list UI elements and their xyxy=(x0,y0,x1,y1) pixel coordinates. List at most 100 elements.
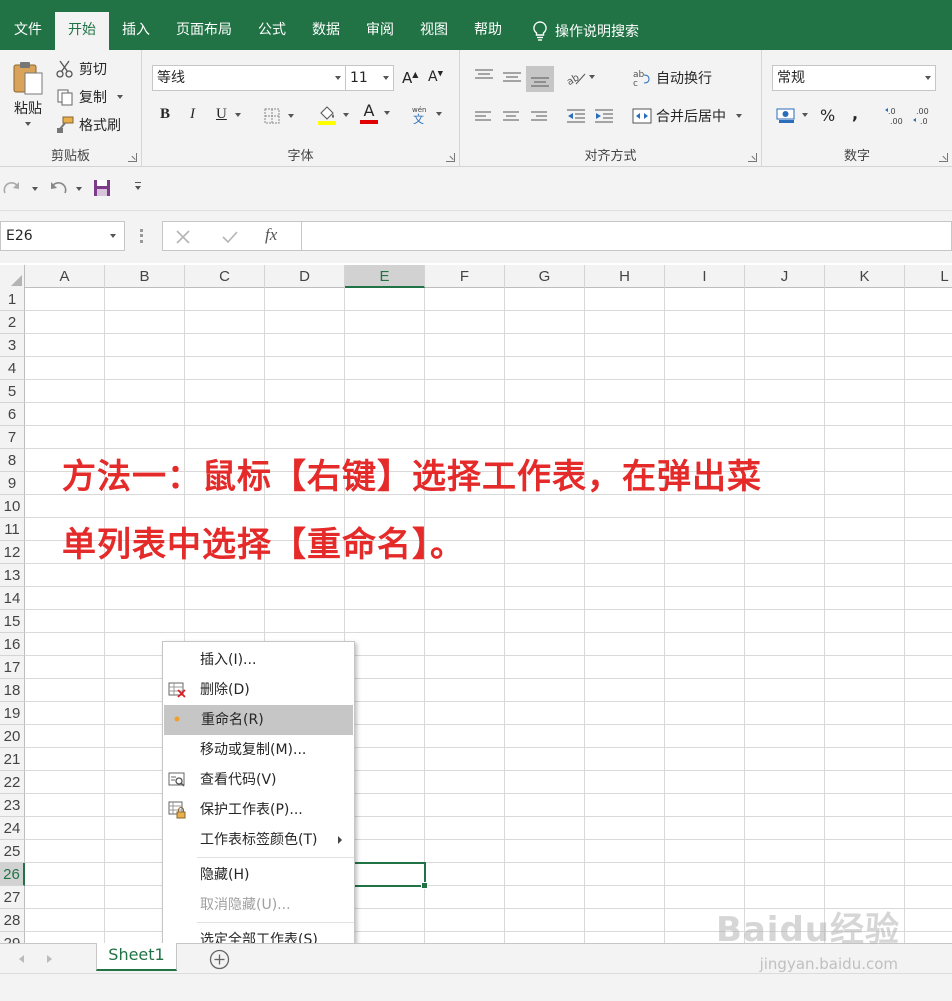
row-header-3[interactable]: 3 xyxy=(0,334,25,357)
copy-button[interactable]: 复制 xyxy=(56,87,123,107)
insert-function-button[interactable]: fx xyxy=(265,225,277,245)
increase-decimal-icon[interactable]: .0.00 xyxy=(884,106,908,126)
align-left-icon[interactable] xyxy=(474,110,492,124)
select-all-corner[interactable] xyxy=(0,265,25,288)
row-header-10[interactable]: 10 xyxy=(0,495,25,518)
row-header-16[interactable]: 16 xyxy=(0,633,25,656)
font-dialog-launcher[interactable] xyxy=(446,153,455,162)
phonetic-button[interactable]: wén 文 xyxy=(410,104,442,124)
row-header-23[interactable]: 23 xyxy=(0,794,25,817)
number-dialog-launcher[interactable] xyxy=(939,153,948,162)
column-header-j[interactable]: J xyxy=(745,265,825,288)
menu-item-rename[interactable]: 重命名(R) xyxy=(164,705,353,735)
scroll-tabs-right-icon[interactable] xyxy=(47,955,52,963)
column-header-a[interactable]: A xyxy=(25,265,105,288)
wrap-text-button[interactable]: ab c 自动换行 xyxy=(632,68,712,88)
column-header-g[interactable]: G xyxy=(505,265,585,288)
font-color-button[interactable]: A xyxy=(360,102,390,124)
row-header-12[interactable]: 12 xyxy=(0,541,25,564)
align-right-icon[interactable] xyxy=(530,110,548,124)
enter-icon[interactable] xyxy=(221,229,239,245)
row-header-25[interactable]: 25 xyxy=(0,840,25,863)
font-size-select[interactable]: 11 xyxy=(346,65,394,91)
tab-home[interactable]: 开始 xyxy=(55,12,109,50)
tab-help[interactable]: 帮助 xyxy=(461,12,515,50)
column-header-b[interactable]: B xyxy=(105,265,185,288)
tab-review[interactable]: 审阅 xyxy=(353,12,407,50)
font-name-select[interactable]: 等线 xyxy=(152,65,346,91)
undo-icon[interactable] xyxy=(46,179,68,197)
italic-button[interactable]: I xyxy=(190,106,195,123)
copy-dropdown-arrow[interactable] xyxy=(117,95,123,99)
row-header-29[interactable]: 29 xyxy=(0,932,25,943)
row-header-19[interactable]: 19 xyxy=(0,702,25,725)
formula-input[interactable] xyxy=(302,221,952,251)
bold-button[interactable]: B xyxy=(160,106,170,123)
row-header-22[interactable]: 22 xyxy=(0,771,25,794)
clipboard-dialog-launcher[interactable] xyxy=(128,153,137,162)
accounting-format-button[interactable] xyxy=(776,106,808,124)
row-header-21[interactable]: 21 xyxy=(0,748,25,771)
increase-indent-icon[interactable] xyxy=(594,108,614,124)
column-header-i[interactable]: I xyxy=(665,265,745,288)
row-header-11[interactable]: 11 xyxy=(0,518,25,541)
tab-insert[interactable]: 插入 xyxy=(109,12,163,50)
tab-page-layout[interactable]: 页面布局 xyxy=(163,12,245,50)
column-header-e[interactable]: E xyxy=(345,265,425,288)
row-header-17[interactable]: 17 xyxy=(0,656,25,679)
row-header-5[interactable]: 5 xyxy=(0,380,25,403)
row-header-9[interactable]: 9 xyxy=(0,472,25,495)
alignment-dialog-launcher[interactable] xyxy=(748,153,757,162)
name-box[interactable]: E26 xyxy=(0,221,125,251)
align-center-icon[interactable] xyxy=(502,110,520,124)
tab-data[interactable]: 数据 xyxy=(299,12,353,50)
column-header-h[interactable]: H xyxy=(585,265,665,288)
row-header-13[interactable]: 13 xyxy=(0,564,25,587)
row-header-14[interactable]: 14 xyxy=(0,587,25,610)
row-header-27[interactable]: 27 xyxy=(0,886,25,909)
menu-item-delete[interactable]: 删除(D) xyxy=(163,675,354,705)
row-header-20[interactable]: 20 xyxy=(0,725,25,748)
align-middle-icon[interactable] xyxy=(502,70,522,84)
borders-button[interactable] xyxy=(264,108,294,124)
undo-dropdown-arrow[interactable] xyxy=(76,187,82,191)
redo-dropdown-arrow[interactable] xyxy=(32,187,38,191)
new-sheet-icon[interactable] xyxy=(209,949,230,970)
row-header-4[interactable]: 4 xyxy=(0,357,25,380)
tab-view[interactable]: 视图 xyxy=(407,12,461,50)
tab-file[interactable]: 文件 xyxy=(0,12,55,50)
customize-qat-icon[interactable] xyxy=(135,182,141,183)
resize-handle[interactable] xyxy=(140,229,143,243)
menu-item-protect-sheet[interactable]: 保护工作表(P)... xyxy=(163,795,354,825)
tab-formulas[interactable]: 公式 xyxy=(245,12,299,50)
underline-button[interactable]: U xyxy=(216,106,241,123)
column-header-f[interactable]: F xyxy=(425,265,505,288)
tell-me-search[interactable]: 操作说明搜索 xyxy=(515,12,639,50)
scroll-tabs-left-icon[interactable] xyxy=(19,955,24,963)
row-header-7[interactable]: 7 xyxy=(0,426,25,449)
menu-item-tab-color[interactable]: 工作表标签颜色(T) xyxy=(163,825,354,855)
column-header-d[interactable]: D xyxy=(265,265,345,288)
paste-button[interactable]: 粘贴 xyxy=(8,60,48,126)
row-header-26[interactable]: 26 xyxy=(0,863,25,886)
worksheet-grid[interactable]: ABCDEFGHIJKL 1 2 3 4 5 6 7 8 9 10 11 12 13 14 15 16 17 18… xyxy=(0,265,952,943)
comma-button[interactable]: , xyxy=(852,104,858,123)
merge-center-button[interactable]: 合并后居中 xyxy=(632,106,742,126)
increase-font-button[interactable]: A▲ xyxy=(402,69,418,87)
column-header-l[interactable]: L xyxy=(905,265,952,288)
row-header-8[interactable]: 8 xyxy=(0,449,25,472)
redo-icon[interactable] xyxy=(2,179,24,197)
row-header-28[interactable]: 28 xyxy=(0,909,25,932)
align-bottom-button[interactable] xyxy=(526,66,554,92)
row-header-2[interactable]: 2 xyxy=(0,311,25,334)
menu-item-hide[interactable]: 隐藏(H) xyxy=(163,860,354,890)
paste-dropdown-arrow[interactable] xyxy=(25,122,31,126)
decrease-decimal-icon[interactable]: .00.0 xyxy=(912,106,936,126)
decrease-font-button[interactable]: A▼ xyxy=(428,69,443,85)
row-header-6[interactable]: 6 xyxy=(0,403,25,426)
active-cell-e26[interactable] xyxy=(344,862,428,889)
decrease-indent-icon[interactable] xyxy=(566,108,586,124)
customize-qat-arrow[interactable] xyxy=(135,186,141,190)
cancel-icon[interactable] xyxy=(175,229,191,245)
menu-item-move-copy[interactable]: 移动或复制(M)... xyxy=(163,735,354,765)
